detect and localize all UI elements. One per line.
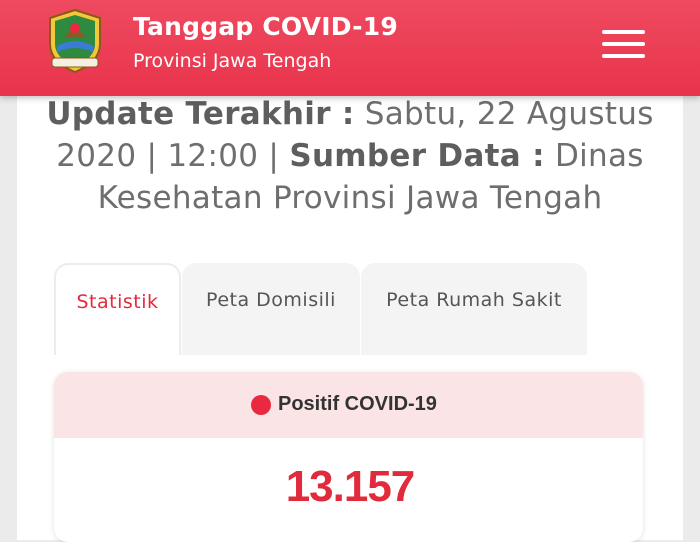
stat-card-header: Positif COVID-19 bbox=[54, 372, 643, 438]
tab-statistik[interactable]: Statistik bbox=[54, 263, 181, 355]
update-separator: | bbox=[268, 138, 280, 174]
source-label: Sumber Data : bbox=[289, 138, 545, 174]
stat-label: Positif COVID-19 bbox=[278, 393, 437, 415]
tab-peta-rumah-sakit[interactable]: Peta Rumah Sakit bbox=[361, 263, 587, 355]
tab-label: Peta Domisili bbox=[206, 289, 336, 311]
tab-peta-domisili[interactable]: Peta Domisili bbox=[182, 263, 360, 355]
update-label: Update Terakhir : bbox=[46, 96, 355, 132]
update-info: Update Terakhir : Sabtu, 22 Agustus 2020… bbox=[17, 93, 683, 219]
central-java-emblem-icon[interactable] bbox=[44, 8, 106, 74]
tab-label: Statistik bbox=[76, 291, 159, 313]
app-header: Tanggap COVID-19 Provinsi Jawa Tengah bbox=[0, 0, 700, 96]
status-dot-icon bbox=[251, 395, 271, 415]
positive-count: 13.157 bbox=[285, 462, 416, 511]
tab-label: Peta Rumah Sakit bbox=[386, 289, 562, 311]
app-title: Tanggap COVID-19 bbox=[133, 12, 398, 41]
menu-line bbox=[602, 30, 645, 34]
menu-line bbox=[602, 42, 645, 46]
tab-bar: Statistik Peta Domisili Peta Rumah Sakit bbox=[54, 263, 594, 357]
menu-line bbox=[602, 54, 645, 58]
hamburger-menu-icon[interactable] bbox=[600, 30, 648, 62]
app-subtitle: Provinsi Jawa Tengah bbox=[133, 50, 332, 72]
positive-stat-card: Positif COVID-19 bbox=[54, 372, 643, 542]
